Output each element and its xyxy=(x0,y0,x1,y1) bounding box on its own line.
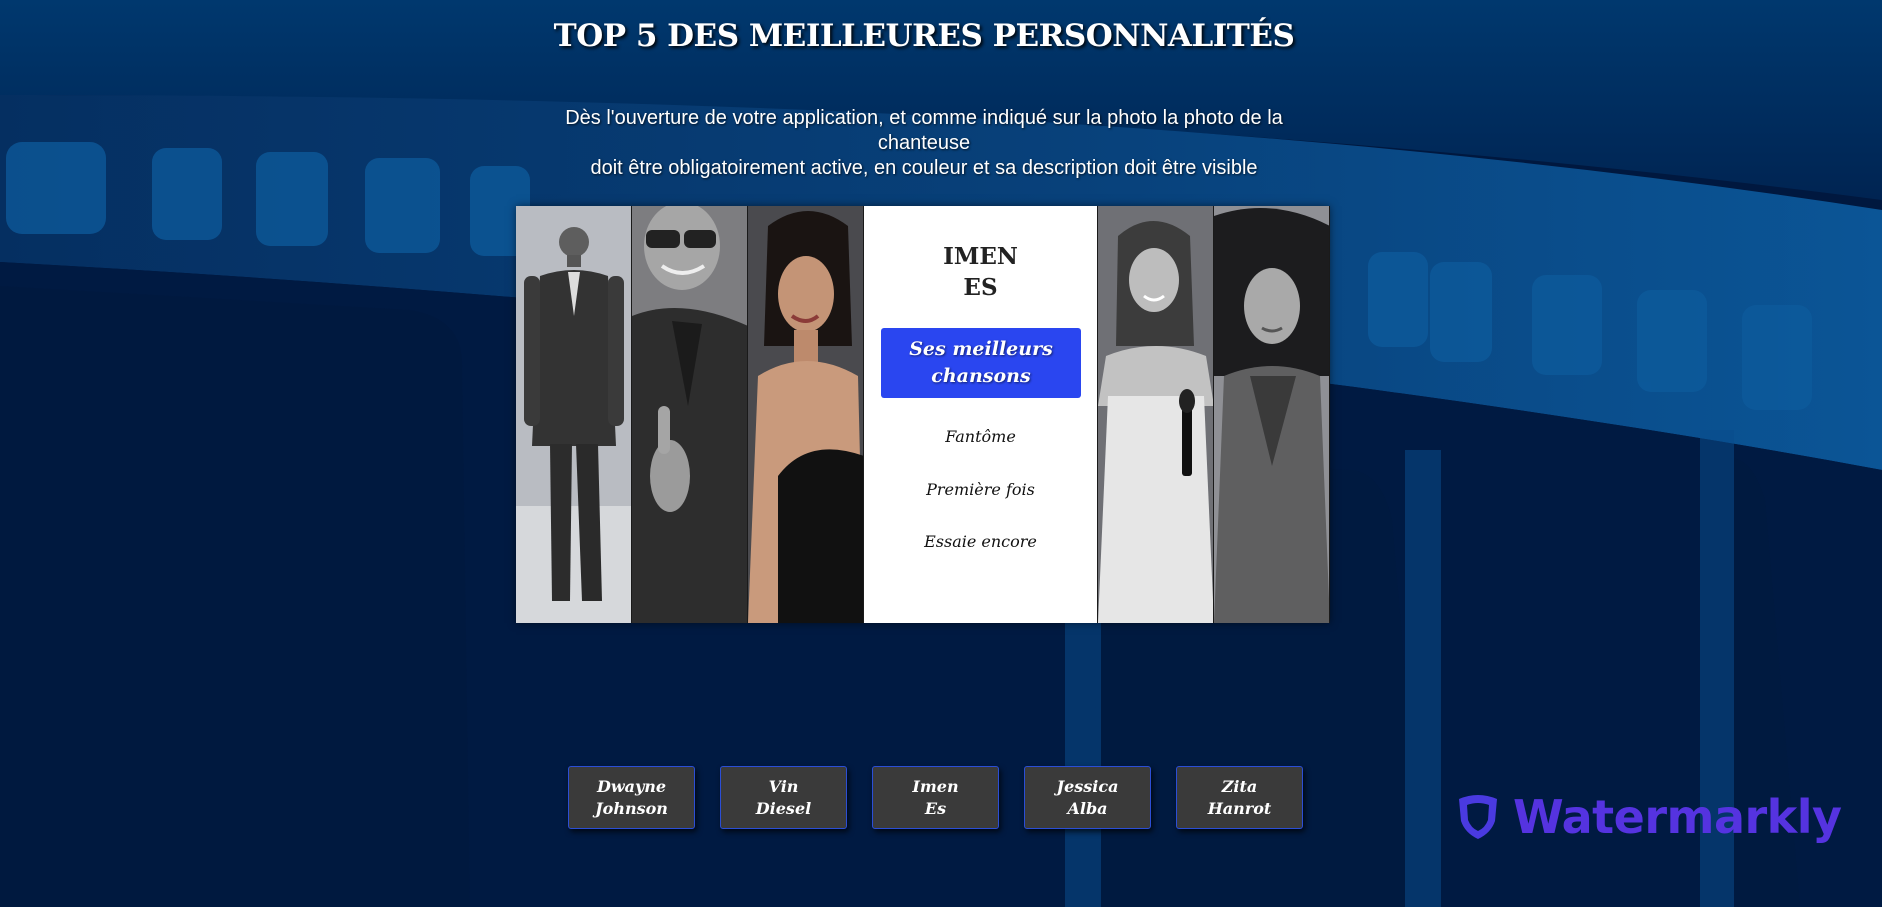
song-item[interactable]: Première fois xyxy=(864,480,1097,499)
shield-icon xyxy=(1459,795,1497,839)
song-item[interactable]: Essaie encore xyxy=(864,532,1097,551)
name-button-vin-diesel[interactable]: Vin Diesel xyxy=(720,766,847,829)
active-personality-card: IMEN ES Ses meilleurs chansons Fantôme P… xyxy=(864,206,1098,623)
active-personality-name: IMEN ES xyxy=(864,241,1097,303)
name-button-dwayne-johnson[interactable]: Dwayne Johnson xyxy=(568,766,695,829)
watermark: Watermarkly xyxy=(1455,790,1842,844)
description-line-2: doit être obligatoirement active, en cou… xyxy=(590,157,1258,179)
name-button-line-1: Zita xyxy=(1221,776,1258,796)
name-button-line-2: Alba xyxy=(1067,798,1108,818)
page-description: Dès l'ouverture de votre application, et… xyxy=(560,106,1288,181)
photo-panel-dwayne-johnson[interactable] xyxy=(516,206,632,623)
name-button-line-2: Hanrot xyxy=(1207,798,1272,818)
name-button-line-2: Diesel xyxy=(755,798,812,818)
page-title: TOP 5 DES MEILLEURES PERSONNALITÉS xyxy=(553,18,1295,54)
name-button-line-2: Es xyxy=(924,798,947,818)
photo-dwayne-johnson xyxy=(516,206,631,623)
name-button-line-2: Johnson xyxy=(595,798,668,818)
personality-gallery: IMEN ES Ses meilleurs chansons Fantôme P… xyxy=(516,206,1330,623)
song-item[interactable]: Fantôme xyxy=(864,427,1097,446)
active-name-line-2: ES xyxy=(963,274,998,301)
name-button-line-1: Imen xyxy=(912,776,959,796)
personality-selector: Dwayne Johnson Vin Diesel Imen Es Jessica Al… xyxy=(568,766,1303,829)
photo-imen-es xyxy=(748,206,863,623)
photo-vin-diesel xyxy=(632,206,747,623)
description-line-1: Dès l'ouverture de votre application, et… xyxy=(565,107,1283,154)
name-button-jessica-alba[interactable]: Jessica Alba xyxy=(1024,766,1151,829)
active-name-line-1: IMEN xyxy=(943,243,1018,270)
photo-panel-vin-diesel[interactable] xyxy=(632,206,748,623)
name-button-line-1: Dwayne xyxy=(596,776,667,796)
photo-panel-jessica-alba[interactable] xyxy=(1098,206,1214,623)
name-button-imen-es[interactable]: Imen Es xyxy=(872,766,999,829)
watermark-text: Watermarkly xyxy=(1513,790,1842,844)
name-button-line-1: Jessica xyxy=(1056,776,1119,796)
photo-jessica-alba xyxy=(1098,206,1213,623)
photo-panel-zita-hanrot[interactable] xyxy=(1214,206,1330,623)
name-button-zita-hanrot[interactable]: Zita Hanrot xyxy=(1176,766,1303,829)
best-songs-button[interactable]: Ses meilleurs chansons xyxy=(881,328,1081,398)
name-button-line-1: Vin xyxy=(768,776,799,796)
photo-zita-hanrot xyxy=(1214,206,1329,623)
photo-panel-imen-es[interactable] xyxy=(748,206,864,623)
